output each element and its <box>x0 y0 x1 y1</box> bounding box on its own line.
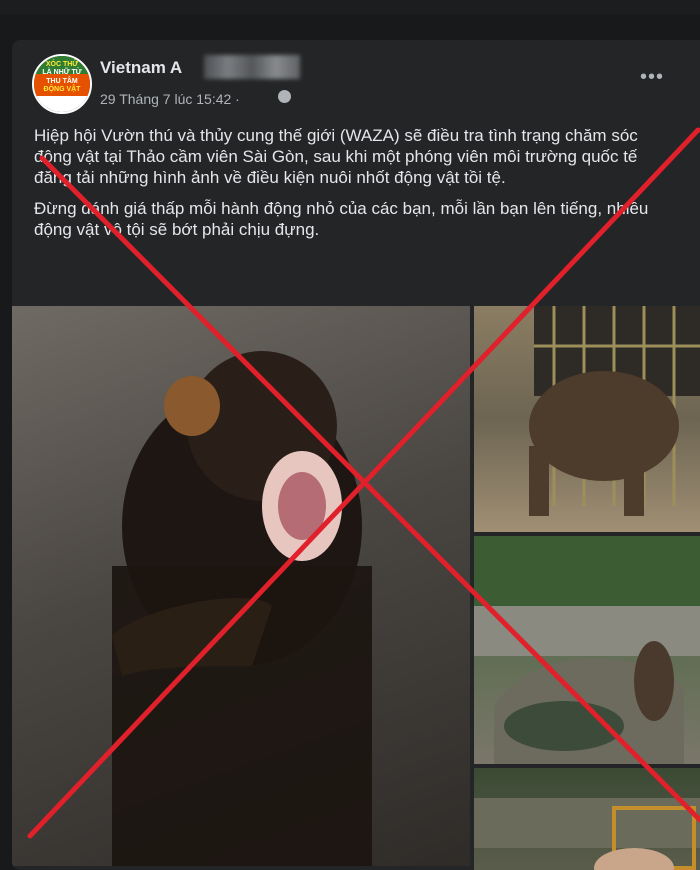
post-paragraph: Đừng đánh giá thấp mỗi hành động nhỏ của… <box>34 199 649 239</box>
photo-enclosure[interactable] <box>474 536 700 764</box>
photo-grid <box>12 306 700 870</box>
post-body: Hiệp hội Vườn thú và thủy cung thế giới … <box>34 125 674 250</box>
post-paragraph: Hiệp hội Vườn thú và thủy cung thế giới … <box>34 126 638 187</box>
avatar-text: XÓC THỬ <box>45 61 79 68</box>
author-name[interactable]: Vietnam A <box>100 58 182 78</box>
photo-bear-roaring[interactable] <box>12 306 470 866</box>
photo-bear-hand[interactable] <box>474 768 700 870</box>
post-timestamp[interactable]: 29 Tháng 7 lúc 15:42 · <box>100 91 240 107</box>
avatar[interactable]: XÓC THỬ LÀ NHỮ TỪ THU TÂM ĐỘNG VẬT <box>32 54 92 114</box>
avatar-text: THU TÂM <box>46 78 78 85</box>
redacted-name <box>204 55 300 79</box>
photo-bear-cage[interactable] <box>474 306 700 532</box>
more-options-icon[interactable]: ••• <box>640 67 664 87</box>
top-bar <box>0 0 700 14</box>
post-card: XÓC THỬ LÀ NHỮ TỪ THU TÂM ĐỘNG VẬT Vietn… <box>12 40 700 870</box>
avatar-text: LÀ NHỮ TỪ <box>42 69 82 76</box>
globe-icon <box>278 90 291 103</box>
avatar-text: ĐỘNG VẬT <box>43 86 81 93</box>
